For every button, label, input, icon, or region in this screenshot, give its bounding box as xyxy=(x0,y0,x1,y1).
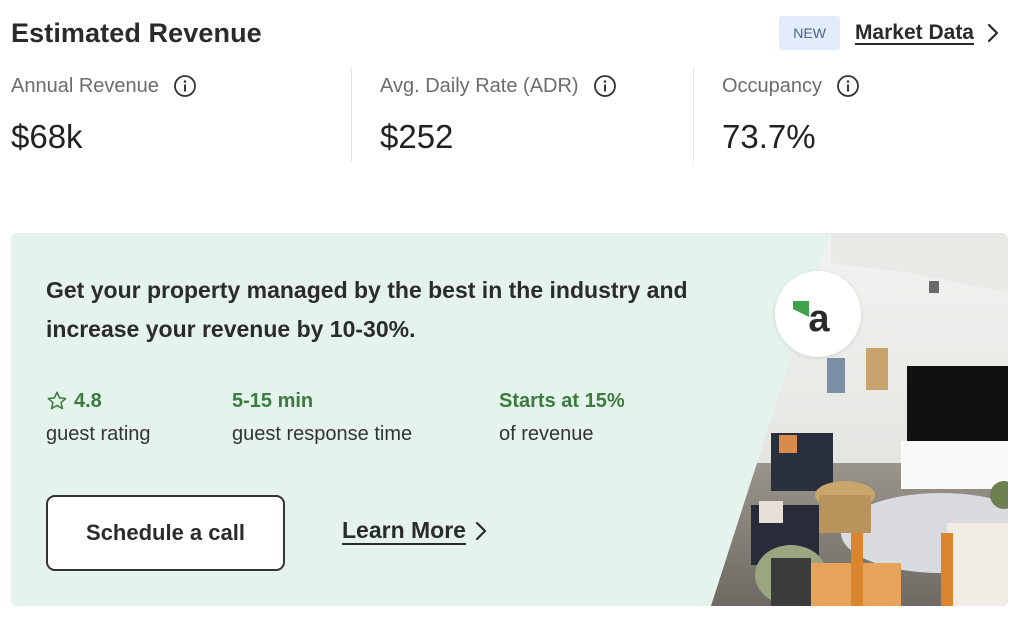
info-icon[interactable] xyxy=(593,74,617,98)
company-logo: a xyxy=(775,271,861,357)
stat-divider xyxy=(351,68,352,162)
feature-label: guest response time xyxy=(232,423,413,445)
header-actions: NEW Market Data xyxy=(779,16,1008,50)
stat-label: Annual Revenue xyxy=(11,74,159,97)
feature-value: 5-15 min xyxy=(232,389,314,412)
chevron-right-icon[interactable] xyxy=(986,22,1008,44)
star-icon xyxy=(46,390,68,412)
learn-more-label[interactable]: Learn More xyxy=(342,517,466,544)
new-badge: NEW xyxy=(779,16,840,50)
stat-label: Occupancy xyxy=(722,74,823,97)
feature-label: guest rating xyxy=(46,423,151,445)
feature-value: Starts at 15% xyxy=(499,389,625,412)
stat-divider xyxy=(693,68,694,162)
svg-text:a: a xyxy=(808,298,830,340)
revenue-header: Estimated Revenue NEW Market Data xyxy=(11,14,1008,54)
management-promo-card: Get your property managed by the best in… xyxy=(11,233,1008,606)
stat-label: Avg. Daily Rate (ADR) xyxy=(380,74,579,97)
chevron-right-icon[interactable] xyxy=(474,520,496,542)
learn-more-link[interactable]: Learn More xyxy=(342,517,496,544)
feature-label: of revenue xyxy=(499,423,594,445)
feature-response-time: 5-15 min guest response time xyxy=(232,388,412,446)
info-icon[interactable] xyxy=(836,74,860,98)
stat-value: $68k xyxy=(11,118,83,155)
promo-heading: Get your property managed by the best in… xyxy=(46,277,688,342)
feature-rating: 4.8 guest rating xyxy=(46,388,151,446)
stat-value: $252 xyxy=(380,118,454,155)
page-title: Estimated Revenue xyxy=(11,18,262,48)
living-room-photo xyxy=(711,233,1008,606)
stat-value: 73.7% xyxy=(722,118,816,155)
market-data-link[interactable]: Market Data xyxy=(855,21,974,45)
feature-value: 4.8 xyxy=(74,389,102,412)
revenue-stats: Annual Revenue $68k Avg. Daily Rate (ADR… xyxy=(0,68,1024,164)
info-icon[interactable] xyxy=(173,74,197,98)
schedule-call-button[interactable]: Schedule a call xyxy=(46,495,285,571)
feature-pricing: Starts at 15% of revenue xyxy=(499,388,625,446)
